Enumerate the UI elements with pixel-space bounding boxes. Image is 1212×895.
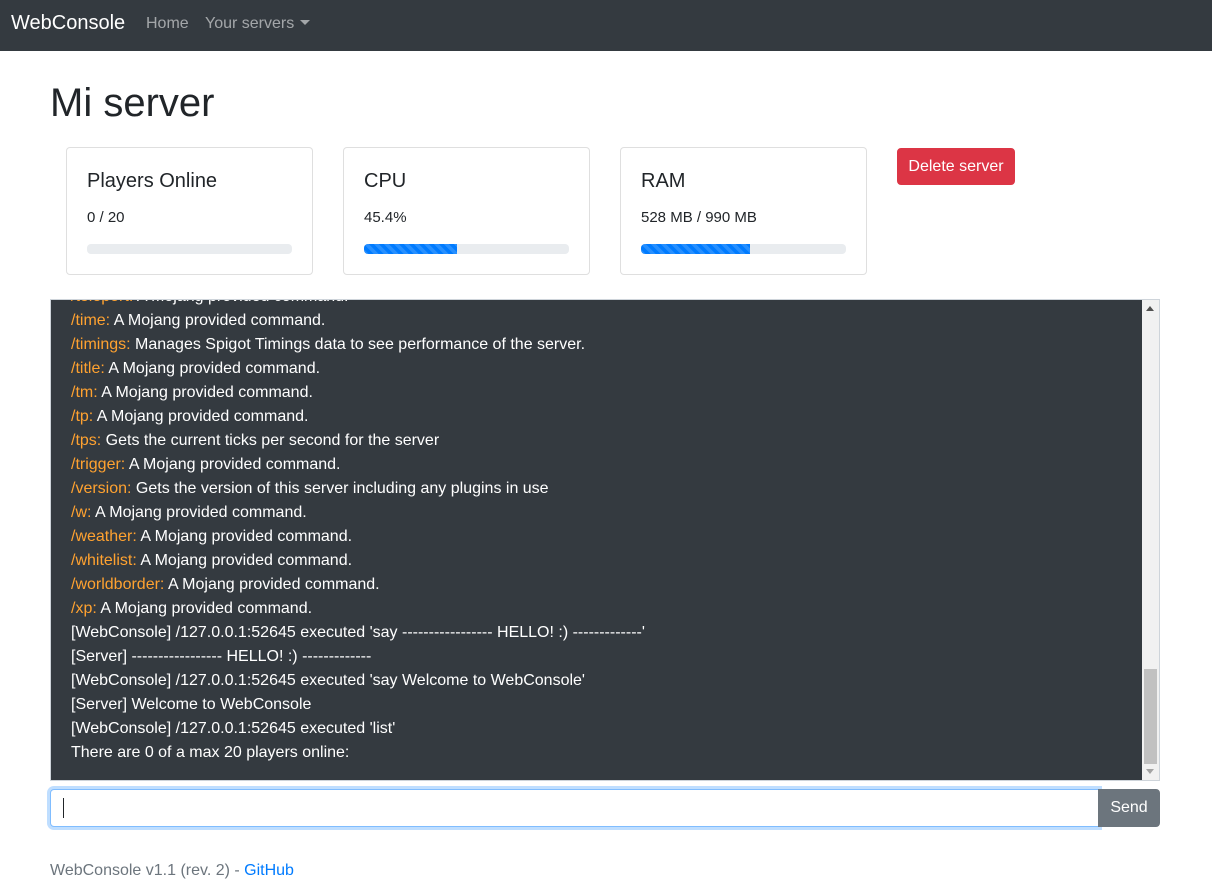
scroll-down-arrow-icon[interactable]	[1146, 769, 1154, 774]
console-command-name: /timings:	[71, 336, 131, 353]
ram-progress-bar	[641, 244, 751, 254]
console-line: [WebConsole] /127.0.0.1:52645 executed '…	[71, 669, 1141, 693]
navbar-brand[interactable]: WebConsole	[11, 12, 125, 35]
console-line: There are 0 of a max 20 players online:	[71, 741, 1141, 765]
cpu-card-value: 45.4%	[364, 209, 407, 226]
console-line: [WebConsole] /127.0.0.1:52645 executed '…	[71, 717, 1141, 741]
nav-home-link[interactable]: Home	[146, 15, 189, 33]
console-line-text: A Mojang provided command.	[97, 384, 313, 401]
cpu-progress-bar	[364, 244, 458, 254]
console-line: [Server] Welcome to WebConsole	[71, 693, 1141, 717]
console-line-text: A Mojang provided command.	[104, 360, 321, 377]
console-line: /w: A Mojang provided command.	[71, 501, 1141, 525]
console-output[interactable]: /teleport: A Mojang provided command./ti…	[50, 299, 1160, 781]
console-line: /title: A Mojang provided command.	[71, 357, 1141, 381]
github-link[interactable]: GitHub	[244, 862, 294, 879]
send-button[interactable]: Send	[1098, 789, 1160, 827]
console-line-text: Gets the version of this server includin…	[131, 480, 549, 497]
console-command-name: /tm:	[71, 384, 98, 401]
console-command-name: /weather:	[71, 528, 137, 545]
console-line: /worldborder: A Mojang provided command.	[71, 573, 1141, 597]
text-cursor	[63, 798, 64, 818]
console-line-text: A Mojang provided command.	[110, 312, 326, 329]
console-line-text: Gets the current ticks per second for th…	[101, 432, 440, 449]
console-line-text: A Mojang provided command.	[136, 528, 353, 545]
ram-card: RAM 528 MB / 990 MB	[620, 147, 867, 275]
console-line: /trigger: A Mojang provided command.	[71, 453, 1141, 477]
console-line: /version: Gets the version of this serve…	[71, 477, 1141, 501]
console-command-name: /trigger:	[71, 456, 126, 473]
console-line-text: A Mojang provided command.	[136, 552, 353, 569]
console-line-text: Manages Spigot Timings data to see perfo…	[130, 336, 586, 353]
console-line-text: [WebConsole] /127.0.0.1:52645 executed '…	[71, 624, 645, 641]
footer: WebConsole v1.1 (rev. 2) - GitHub	[50, 862, 294, 880]
nav-servers-dropdown[interactable]: Your servers	[205, 15, 311, 33]
console-line: [Server] ----------------- HELLO! :) ---…	[71, 645, 1141, 669]
console-line-text: A Mojang provided command.	[133, 300, 349, 305]
console-line-text: [WebConsole] /127.0.0.1:52645 executed '…	[71, 672, 585, 689]
console-command-name: /whitelist:	[71, 552, 137, 569]
caret-down-icon	[300, 20, 311, 25]
console-command-name: /worldborder:	[71, 576, 165, 593]
console-line: /timings: Manages Spigot Timings data to…	[71, 333, 1141, 357]
scroll-up-arrow-icon[interactable]	[1146, 306, 1154, 311]
console-line: /xp: A Mojang provided command.	[71, 597, 1141, 621]
console-line: /time: A Mojang provided command.	[71, 309, 1141, 333]
console-line: [WebConsole] /127.0.0.1:52645 executed '…	[71, 621, 1141, 645]
console-line-text: [Server] Welcome to WebConsole	[71, 696, 312, 713]
ram-progress	[641, 244, 846, 254]
console-line-text: A Mojang provided command.	[164, 576, 380, 593]
console-line-text: A Mojang provided command.	[91, 504, 307, 521]
footer-version: WebConsole v1.1 (rev. 2) -	[50, 862, 245, 879]
console-line: /tm: A Mojang provided command.	[71, 381, 1141, 405]
cpu-card: CPU 45.4%	[343, 147, 590, 275]
navbar: WebConsole Home Your servers	[0, 0, 1212, 51]
console-line-text: A Mojang provided command.	[96, 600, 313, 617]
console-line: /teleport: A Mojang provided command.	[71, 300, 1141, 309]
players-card-value: 0 / 20	[87, 209, 125, 226]
console-line: /tp: A Mojang provided command.	[71, 405, 1141, 429]
scrollbar-thumb[interactable]	[1144, 669, 1157, 764]
players-progress	[87, 244, 292, 254]
console-command-name: /title:	[71, 360, 105, 377]
players-online-card: Players Online 0 / 20	[66, 147, 313, 275]
cpu-progress	[364, 244, 569, 254]
console-command-name: /xp:	[71, 600, 97, 617]
console-command-name: /version:	[71, 480, 132, 497]
console-lines: /teleport: A Mojang provided command./ti…	[71, 300, 1141, 765]
console-line-text: A Mojang provided command.	[93, 408, 309, 425]
console-line-text: [Server] ----------------- HELLO! :) ---…	[71, 648, 372, 665]
console-line: /whitelist: A Mojang provided command.	[71, 549, 1141, 573]
console-line: /weather: A Mojang provided command.	[71, 525, 1141, 549]
command-input[interactable]	[50, 789, 1099, 827]
console-line-text: A Mojang provided command.	[125, 456, 341, 473]
console-command-name: /tps:	[71, 432, 102, 449]
console-line: /tps: Gets the current ticks per second …	[71, 429, 1141, 453]
console-line-text: [WebConsole] /127.0.0.1:52645 executed '…	[71, 720, 396, 737]
ram-card-value: 528 MB / 990 MB	[641, 209, 757, 226]
console-command-name: /teleport:	[71, 300, 133, 305]
console-line-text: There are 0 of a max 20 players online:	[71, 744, 350, 761]
players-card-title: Players Online	[87, 170, 218, 192]
delete-server-button[interactable]: Delete server	[897, 148, 1015, 185]
console-scrollbar[interactable]	[1142, 300, 1159, 780]
console-command-name: /tp:	[71, 408, 94, 425]
ram-card-title: RAM	[641, 170, 686, 192]
cpu-card-title: CPU	[364, 170, 407, 192]
console-command-name: /w:	[71, 504, 92, 521]
page-title: Mi server	[50, 81, 215, 125]
nav-servers-label: Your servers	[205, 15, 295, 32]
console-command-name: /time:	[71, 312, 111, 329]
